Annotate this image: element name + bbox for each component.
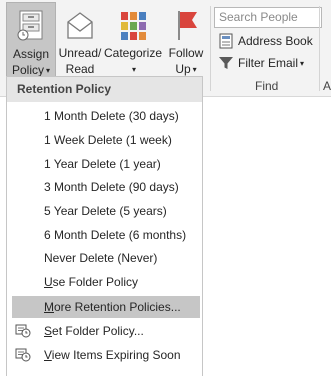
menu-item-accelerator: V	[44, 348, 52, 362]
address-book-label: Address Book	[238, 34, 313, 48]
group-label-find: Find	[255, 79, 279, 93]
categorize-button[interactable]: Categorize ▾	[103, 2, 163, 77]
menu-item-6-month-delete[interactable]: 6 Month Delete (6 months)	[7, 224, 202, 246]
menu-item-set-folder-policy[interactable]: Set Folder Policy...	[7, 320, 202, 342]
chevron-down-icon: ▾	[192, 65, 197, 74]
envelope-icon	[67, 12, 93, 39]
policy-clock-icon	[15, 324, 31, 338]
ribbon-group-separator	[210, 6, 211, 91]
menu-item-accelerator: U	[44, 275, 53, 289]
unread-read-button[interactable]: Unread/ Read	[57, 2, 103, 77]
follow-up-label-line1: Follow	[168, 46, 204, 60]
assign-policy-icon	[17, 10, 43, 41]
menu-item-never-delete[interactable]: Never Delete (Never)	[7, 247, 202, 269]
menu-item-more-retention-policies[interactable]: More Retention Policies...	[12, 296, 200, 318]
menu-item-accelerator: M	[44, 300, 54, 314]
assign-policy-label-line1: Assign	[12, 47, 50, 61]
chevron-down-icon: ▾	[131, 65, 136, 74]
policy-clock-icon	[15, 348, 31, 362]
menu-item-view-items-expiring-soon[interactable]: View Items Expiring Soon	[7, 344, 202, 366]
menu-item-label: et Folder Policy...	[52, 324, 144, 338]
search-people-input[interactable]: Search People	[214, 7, 322, 28]
menu-item-3-month-delete[interactable]: 3 Month Delete (90 days)	[7, 176, 202, 198]
unread-read-label-line2: Read	[65, 62, 95, 76]
menu-item-use-folder-policy[interactable]: Use Folder Policy	[7, 271, 202, 293]
categorize-label: Categorize	[103, 46, 163, 60]
menu-item-1-month-delete[interactable]: 1 Month Delete (30 days)	[7, 105, 202, 127]
address-book-icon	[219, 33, 233, 49]
menu-header: Retention Policy	[7, 77, 202, 102]
follow-up-button[interactable]: Follow Up ▾	[163, 2, 209, 77]
menu-item-1-week-delete[interactable]: 1 Week Delete (1 week)	[7, 129, 202, 151]
retention-policy-menu: Retention Policy 1 Month Delete (30 days…	[6, 76, 203, 376]
assign-policy-label-line2: Policy	[11, 63, 44, 77]
follow-up-label-line2: Up	[175, 62, 191, 76]
menu-item-accelerator: S	[44, 324, 53, 338]
chevron-down-icon: ▾	[46, 66, 51, 75]
menu-item-label: ore Retention Policies...	[54, 300, 181, 314]
filter-email-label: Filter Email	[238, 56, 299, 70]
flag-icon	[178, 11, 197, 40]
menu-item-label: iew Items Expiring Soon	[51, 348, 181, 362]
menu-item-label: se Folder Policy	[52, 275, 139, 289]
filter-funnel-icon	[219, 57, 233, 69]
menu-item-1-year-delete[interactable]: 1 Year Delete (1 year)	[7, 153, 202, 175]
group-label-truncated: A	[323, 79, 331, 93]
chevron-down-icon: ▾	[300, 59, 305, 68]
ribbon-group-separator	[319, 6, 320, 91]
unread-read-label-line1: Unread/	[58, 46, 102, 60]
menu-item-5-year-delete[interactable]: 5 Year Delete (5 years)	[7, 200, 202, 222]
categorize-icon	[121, 12, 146, 40]
assign-policy-button[interactable]: Assign Policy ▾	[6, 2, 56, 77]
